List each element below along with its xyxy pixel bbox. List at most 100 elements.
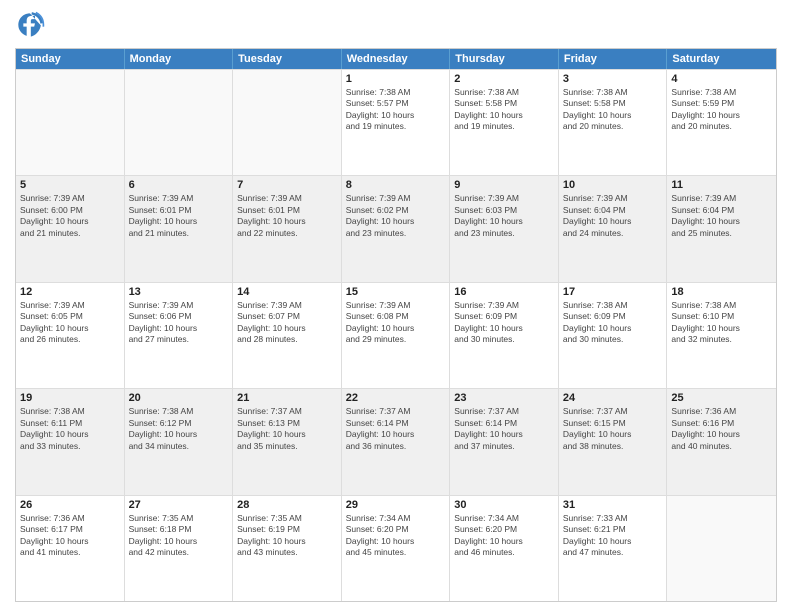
day-info: Sunrise: 7:39 AM Sunset: 6:08 PM Dayligh… (346, 300, 446, 346)
day-info: Sunrise: 7:37 AM Sunset: 6:14 PM Dayligh… (346, 406, 446, 452)
cal-cell: 26 Sunrise: 7:36 AM Sunset: 6:17 PM Dayli… (16, 496, 125, 601)
day-info: Sunrise: 7:38 AM Sunset: 5:57 PM Dayligh… (346, 87, 446, 133)
day-number: 26 (20, 499, 120, 511)
day-number: 7 (237, 179, 337, 191)
cal-cell: 11 Sunrise: 7:39 AM Sunset: 6:04 PM Dayli… (667, 176, 776, 281)
day-info: Sunrise: 7:39 AM Sunset: 6:04 PM Dayligh… (563, 193, 663, 239)
cal-cell: 6 Sunrise: 7:39 AM Sunset: 6:01 PM Daylig… (125, 176, 234, 281)
week-row-1: 1 Sunrise: 7:38 AM Sunset: 5:57 PM Daylig… (16, 69, 776, 175)
day-number: 11 (671, 179, 772, 191)
day-info: Sunrise: 7:39 AM Sunset: 6:00 PM Dayligh… (20, 193, 120, 239)
header-day-wednesday: Wednesday (342, 49, 451, 69)
cal-cell: 5 Sunrise: 7:39 AM Sunset: 6:00 PM Daylig… (16, 176, 125, 281)
day-number: 16 (454, 286, 554, 298)
day-info: Sunrise: 7:38 AM Sunset: 5:59 PM Dayligh… (671, 87, 772, 133)
day-number: 28 (237, 499, 337, 511)
cal-cell: 22Sunrise: 7:37 AM Sunset: 6:14 PM Dayli… (342, 389, 451, 494)
day-number: 5 (20, 179, 120, 191)
cal-cell: 14 Sunrise: 7:39 AM Sunset: 6:07 PM Dayli… (233, 283, 342, 388)
cal-cell: 18Sunrise: 7:38 AM Sunset: 6:10 PM Dayli… (667, 283, 776, 388)
logo-icon (15, 10, 45, 40)
week-row-3: 12 Sunrise: 7:39 AM Sunset: 6:05 PM Dayli… (16, 282, 776, 388)
day-number: 10 (563, 179, 663, 191)
day-info: Sunrise: 7:38 AM Sunset: 6:12 PM Dayligh… (129, 406, 229, 452)
day-info: Sunrise: 7:34 AM Sunset: 6:20 PM Dayligh… (454, 513, 554, 559)
cal-cell: 20 Sunrise: 7:38 AM Sunset: 6:12 PM Dayli… (125, 389, 234, 494)
header-day-sunday: Sunday (16, 49, 125, 69)
day-info: Sunrise: 7:37 AM Sunset: 6:15 PM Dayligh… (563, 406, 663, 452)
day-number: 14 (237, 286, 337, 298)
cal-cell: 27 Sunrise: 7:35 AM Sunset: 6:18 PM Dayli… (125, 496, 234, 601)
header-day-tuesday: Tuesday (233, 49, 342, 69)
day-info: Sunrise: 7:38 AM Sunset: 6:09 PM Dayligh… (563, 300, 663, 346)
cal-cell: 23Sunrise: 7:37 AM Sunset: 6:14 PM Dayli… (450, 389, 559, 494)
day-info: Sunrise: 7:39 AM Sunset: 6:01 PM Dayligh… (129, 193, 229, 239)
day-info: Sunrise: 7:39 AM Sunset: 6:05 PM Dayligh… (20, 300, 120, 346)
cal-cell: 12 Sunrise: 7:39 AM Sunset: 6:05 PM Dayli… (16, 283, 125, 388)
cal-cell (667, 496, 776, 601)
header (15, 10, 777, 40)
day-number: 21 (237, 392, 337, 404)
cal-cell: 28Sunrise: 7:35 AM Sunset: 6:19 PM Dayli… (233, 496, 342, 601)
cal-cell: 15 Sunrise: 7:39 AM Sunset: 6:08 PM Dayli… (342, 283, 451, 388)
cal-cell: 8Sunrise: 7:39 AM Sunset: 6:02 PM Daylig… (342, 176, 451, 281)
day-number: 13 (129, 286, 229, 298)
day-number: 9 (454, 179, 554, 191)
week-row-5: 26 Sunrise: 7:36 AM Sunset: 6:17 PM Dayli… (16, 495, 776, 601)
day-number: 25 (671, 392, 772, 404)
cal-cell (16, 70, 125, 175)
page: SundayMondayTuesdayWednesdayThursdayFrid… (0, 0, 792, 612)
day-info: Sunrise: 7:36 AM Sunset: 6:17 PM Dayligh… (20, 513, 120, 559)
day-info: Sunrise: 7:34 AM Sunset: 6:20 PM Dayligh… (346, 513, 446, 559)
day-info: Sunrise: 7:38 AM Sunset: 6:11 PM Dayligh… (20, 406, 120, 452)
day-info: Sunrise: 7:35 AM Sunset: 6:18 PM Dayligh… (129, 513, 229, 559)
day-number: 1 (346, 73, 446, 85)
day-info: Sunrise: 7:39 AM Sunset: 6:02 PM Dayligh… (346, 193, 446, 239)
cal-cell: 24 Sunrise: 7:37 AM Sunset: 6:15 PM Dayli… (559, 389, 668, 494)
day-number: 12 (20, 286, 120, 298)
day-info: Sunrise: 7:37 AM Sunset: 6:13 PM Dayligh… (237, 406, 337, 452)
day-number: 19 (20, 392, 120, 404)
day-number: 24 (563, 392, 663, 404)
cal-cell (125, 70, 234, 175)
day-info: Sunrise: 7:38 AM Sunset: 5:58 PM Dayligh… (454, 87, 554, 133)
day-info: Sunrise: 7:39 AM Sunset: 6:06 PM Dayligh… (129, 300, 229, 346)
cal-cell: 17Sunrise: 7:38 AM Sunset: 6:09 PM Dayli… (559, 283, 668, 388)
day-info: Sunrise: 7:38 AM Sunset: 5:58 PM Dayligh… (563, 87, 663, 133)
week-row-2: 5 Sunrise: 7:39 AM Sunset: 6:00 PM Daylig… (16, 175, 776, 281)
day-number: 20 (129, 392, 229, 404)
day-info: Sunrise: 7:39 AM Sunset: 6:03 PM Dayligh… (454, 193, 554, 239)
cal-cell: 16 Sunrise: 7:39 AM Sunset: 6:09 PM Dayli… (450, 283, 559, 388)
cal-cell: 2 Sunrise: 7:38 AM Sunset: 5:58 PM Daylig… (450, 70, 559, 175)
header-day-monday: Monday (125, 49, 234, 69)
day-number: 6 (129, 179, 229, 191)
day-number: 15 (346, 286, 446, 298)
day-info: Sunrise: 7:39 AM Sunset: 6:04 PM Dayligh… (671, 193, 772, 239)
header-day-friday: Friday (559, 49, 668, 69)
calendar: SundayMondayTuesdayWednesdayThursdayFrid… (15, 48, 777, 602)
cal-cell: 1 Sunrise: 7:38 AM Sunset: 5:57 PM Daylig… (342, 70, 451, 175)
day-number: 27 (129, 499, 229, 511)
cal-cell: 21 Sunrise: 7:37 AM Sunset: 6:13 PM Dayli… (233, 389, 342, 494)
cal-cell: 31Sunrise: 7:33 AM Sunset: 6:21 PM Dayli… (559, 496, 668, 601)
header-day-thursday: Thursday (450, 49, 559, 69)
day-info: Sunrise: 7:39 AM Sunset: 6:07 PM Dayligh… (237, 300, 337, 346)
cal-cell: 3 Sunrise: 7:38 AM Sunset: 5:58 PM Daylig… (559, 70, 668, 175)
day-number: 3 (563, 73, 663, 85)
header-day-saturday: Saturday (667, 49, 776, 69)
day-number: 29 (346, 499, 446, 511)
day-number: 23 (454, 392, 554, 404)
cal-cell: 10 Sunrise: 7:39 AM Sunset: 6:04 PM Dayli… (559, 176, 668, 281)
week-row-4: 19 Sunrise: 7:38 AM Sunset: 6:11 PM Dayli… (16, 388, 776, 494)
calendar-header: SundayMondayTuesdayWednesdayThursdayFrid… (16, 49, 776, 69)
cal-cell: 29 Sunrise: 7:34 AM Sunset: 6:20 PM Dayli… (342, 496, 451, 601)
day-info: Sunrise: 7:39 AM Sunset: 6:01 PM Dayligh… (237, 193, 337, 239)
cal-cell: 30Sunrise: 7:34 AM Sunset: 6:20 PM Dayli… (450, 496, 559, 601)
day-info: Sunrise: 7:39 AM Sunset: 6:09 PM Dayligh… (454, 300, 554, 346)
day-number: 18 (671, 286, 772, 298)
cal-cell: 9 Sunrise: 7:39 AM Sunset: 6:03 PM Daylig… (450, 176, 559, 281)
day-number: 4 (671, 73, 772, 85)
calendar-body: 1 Sunrise: 7:38 AM Sunset: 5:57 PM Daylig… (16, 69, 776, 601)
day-number: 2 (454, 73, 554, 85)
cal-cell: 19 Sunrise: 7:38 AM Sunset: 6:11 PM Dayli… (16, 389, 125, 494)
